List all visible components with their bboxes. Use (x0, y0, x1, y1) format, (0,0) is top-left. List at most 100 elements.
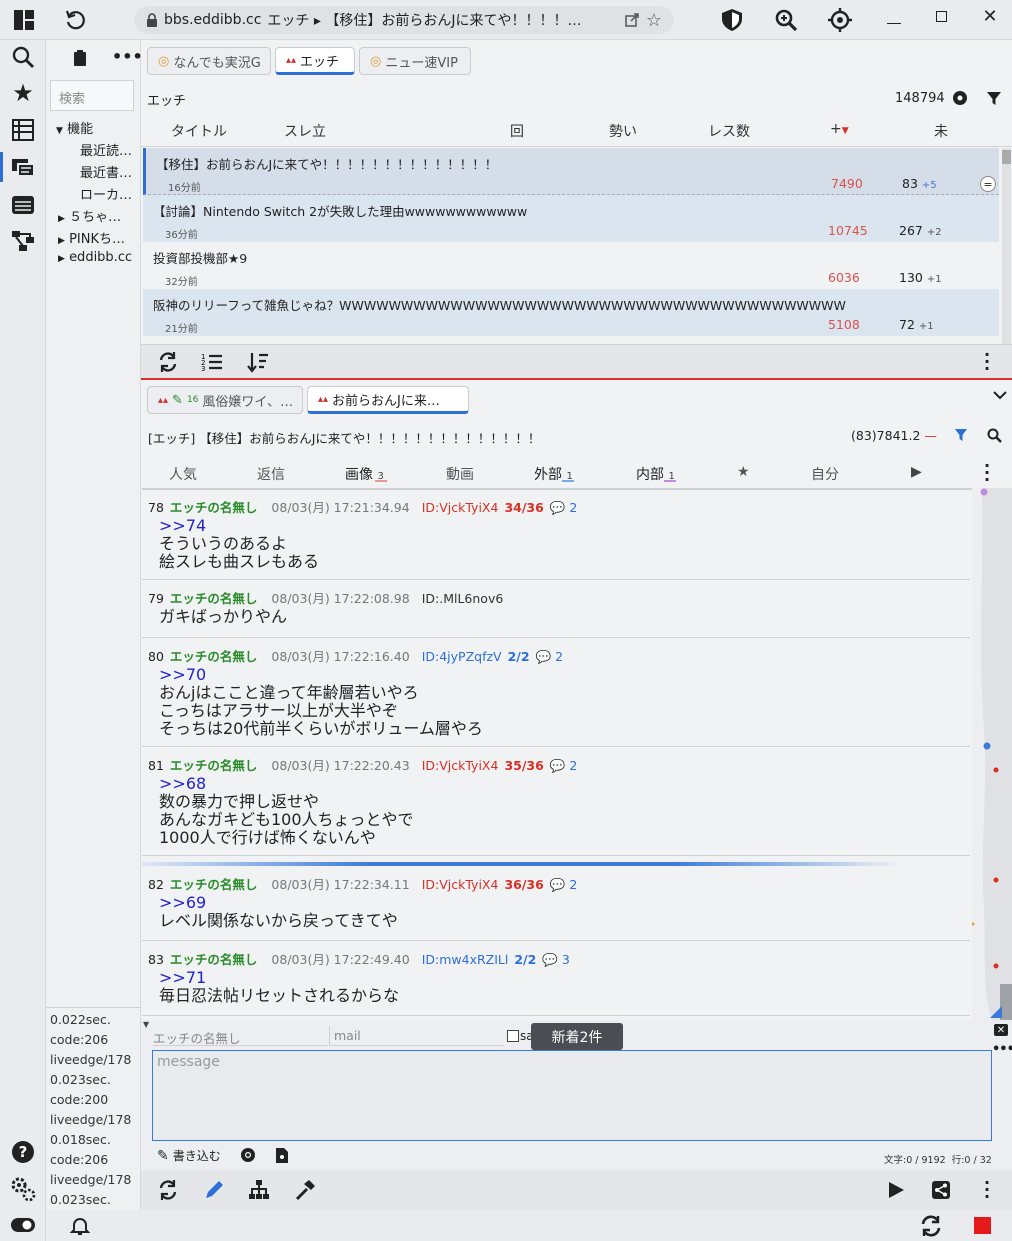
thread-tab-omaera[interactable]: ▴▴ お前らおんJに来… (307, 386, 469, 414)
sync-icon[interactable] (919, 1214, 943, 1238)
filter-replies[interactable]: 返信 (257, 464, 285, 484)
anchor-link[interactable]: >>68 (159, 775, 414, 793)
hammer-icon[interactable] (292, 1177, 318, 1203)
filter-videos[interactable]: 動画 (446, 464, 474, 484)
tree-item-pink[interactable]: ▶ PINKち… (46, 228, 141, 247)
play-icon[interactable] (883, 1177, 909, 1203)
tree-item-5ch[interactable]: ▶ ５ちゃ… (46, 206, 141, 225)
sage-checkbox[interactable] (507, 1030, 519, 1042)
thread-filter-icon[interactable] (953, 427, 969, 443)
search-icon[interactable] (9, 43, 37, 71)
column-round[interactable]: 回 (510, 121, 524, 141)
anchor-link[interactable]: >>74 (159, 517, 319, 535)
filter-internal[interactable]: 内部 1 (636, 464, 676, 484)
address-bar[interactable]: bbs.eddibb.cc エッチ ▸ 【移住】お前らおんJに来てや！！！！… … (134, 6, 674, 34)
threads-icon[interactable] (9, 153, 37, 181)
toggle-icon[interactable] (9, 1211, 37, 1239)
thread-row[interactable]: 【移住】お前らおんJに来てや！！！！！！！！！！！！！！ 16分前 7490 8… (143, 148, 999, 195)
bell-icon[interactable] (68, 1214, 92, 1238)
board-list-icon[interactable] (9, 116, 37, 144)
name-input[interactable]: エッチの名無し (153, 1026, 328, 1046)
star-icon[interactable]: ☆ (646, 10, 662, 31)
compose-more-icon[interactable]: ••• (992, 1042, 1012, 1057)
thread-search-icon[interactable] (986, 427, 1002, 443)
tree-icon[interactable] (9, 227, 37, 255)
compose-pen-icon[interactable] (201, 1177, 227, 1203)
message-textarea[interactable]: message (152, 1050, 992, 1141)
thread-kebab-icon[interactable]: · · · (983, 458, 991, 488)
zoom-search-icon[interactable] (772, 6, 800, 34)
sort-icon[interactable] (245, 349, 271, 375)
thread-row-menu-button[interactable]: = (980, 176, 996, 192)
history-stack-icon[interactable] (9, 191, 37, 219)
post[interactable]: 78 エッチの名無し 08/03(月) 17:21:34.94 ID:VjckTyiX… (142, 490, 970, 580)
close-window-button[interactable]: ✕ (980, 6, 1000, 27)
filter-icon[interactable] (985, 89, 1003, 107)
reply-count[interactable]: 💬 3 (542, 952, 570, 967)
share-box-icon[interactable] (928, 1177, 954, 1203)
filter-external[interactable]: 外部 1 (534, 464, 574, 484)
column-unread[interactable]: 未 (934, 121, 948, 141)
panels-icon[interactable] (12, 8, 36, 32)
mail-input[interactable]: mail (329, 1026, 504, 1046)
write-button[interactable]: ✎ 書き込む (157, 1147, 221, 1164)
anchor-link[interactable]: >>69 (159, 894, 398, 912)
thread-row[interactable]: 阪神のリリーフって雑魚じゃね？WWWWWWWWWWWWWWWWWWWWWWWWW… (143, 289, 999, 336)
post[interactable]: 82 エッチの名無し 08/03(月) 17:22:34.11 ID:VjckTyiX… (142, 867, 970, 941)
tree-item-local[interactable]: ローカ… (46, 184, 141, 203)
reply-count[interactable]: 💬 2 (550, 877, 578, 892)
thread-row[interactable]: 投資部投機部★9 32分前 6036 130 +1 (143, 242, 999, 289)
filter-popular[interactable]: 人気 (169, 464, 197, 484)
minimize-button[interactable] (887, 10, 901, 24)
reply-count[interactable]: 💬 2 (550, 500, 578, 515)
shield-icon[interactable] (718, 6, 746, 34)
tree-item-recent-write[interactable]: 最近書… (46, 162, 141, 181)
clipboard-icon[interactable] (72, 49, 88, 67)
thread-row[interactable]: 【討論】Nintendo Switch 2が失敗した理由wwwwwwwwwwww… (143, 195, 999, 242)
refresh-icon[interactable] (155, 1177, 181, 1203)
help-icon[interactable]: ? (9, 1138, 37, 1166)
board-settings-icon[interactable] (951, 89, 969, 107)
column-ikioi[interactable]: 勢い (609, 121, 637, 141)
thread-tab-fuzoku[interactable]: ▴▴ ✎ 16 風俗嬢ワイ、… (147, 386, 303, 414)
browser-icon[interactable] (239, 1146, 257, 1164)
share-icon[interactable] (624, 12, 640, 28)
chevron-down-icon[interactable] (991, 386, 1009, 404)
column-created[interactable]: スレ立 (284, 121, 326, 141)
maximize-button[interactable] (936, 11, 947, 22)
post[interactable]: 83 エッチの名無し 08/03(月) 17:22:49.40 ID:mw4xRZIL… (142, 942, 970, 1016)
post[interactable]: 81 エッチの名無し 08/03(月) 17:22:20.43 ID:VjckTyiX… (142, 748, 970, 856)
anchor-link[interactable]: >>71 (159, 969, 399, 987)
anchor-link[interactable]: >>70 (159, 666, 483, 684)
board-tab-vip[interactable]: ◎ ニュー速VIP (359, 47, 471, 75)
board-tab-ecchi[interactable]: ▴▴ エッチ (275, 47, 355, 75)
tree-item-features[interactable]: ▼ 機能 (46, 118, 141, 137)
reload-icon[interactable] (62, 6, 90, 34)
numbered-list-icon[interactable]: 123 (199, 349, 225, 375)
filter-mine[interactable]: 自分 (811, 464, 839, 484)
new-posts-toast[interactable]: 新着2件 (531, 1023, 623, 1050)
favorites-star-icon[interactable]: ★ (9, 79, 37, 107)
tree-item-eddibb[interactable]: ▶ eddibb.cc (46, 250, 141, 265)
reply-count[interactable]: 💬 2 (536, 649, 564, 664)
crosshair-icon[interactable] (826, 6, 854, 34)
filter-favorites[interactable]: ★ (737, 464, 750, 480)
tree-item-recent-read[interactable]: 最近読… (46, 140, 141, 159)
column-new[interactable]: +▼ (830, 121, 849, 137)
board-tab-nanjjikkyo[interactable]: ◎ なんでも実況G (147, 47, 271, 75)
sidebar-search-input[interactable]: 検索 (50, 80, 134, 111)
hierarchy-icon[interactable] (246, 1177, 272, 1203)
board-scrollbar[interactable] (1002, 148, 1011, 344)
sidebar-more-icon[interactable]: ••• (112, 47, 143, 66)
post[interactable]: 79 エッチの名無し 08/03(月) 17:22:08.98 ID:.MlL6nov… (142, 581, 970, 638)
board-kebab-icon[interactable]: · · · (983, 347, 991, 377)
filter-images[interactable]: 画像 3 (345, 464, 387, 484)
column-res-count[interactable]: レス数 (708, 121, 750, 141)
post[interactable]: 80 エッチの名無し 08/03(月) 17:22:16.40 ID:4jyPZqfz… (142, 639, 970, 747)
reply-count[interactable]: 💬 2 (550, 758, 578, 773)
attach-file-icon[interactable] (274, 1146, 290, 1164)
filter-next-arrow-icon[interactable]: ▶ (911, 464, 922, 480)
collapse-caret-icon[interactable]: ▼ (143, 1020, 149, 1029)
toolbar-kebab-icon[interactable]: · · · (983, 1175, 991, 1205)
thread-minimap[interactable] (972, 488, 1012, 1020)
